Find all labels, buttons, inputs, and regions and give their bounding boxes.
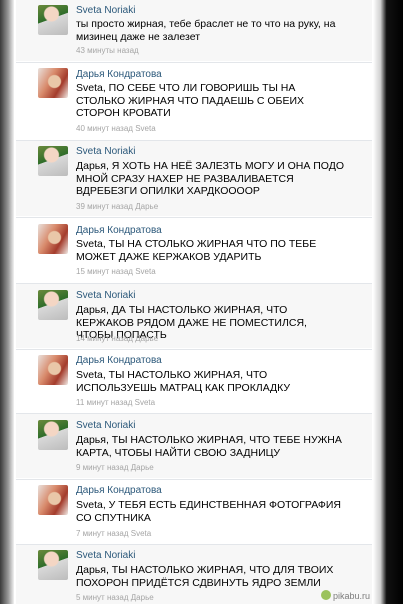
avatar[interactable] (38, 355, 68, 385)
avatar[interactable] (38, 420, 68, 450)
comment-text: Sveta, ПО СЕБЕ ЧТО ЛИ ГОВОРИШЬ ТЫ НА СТО… (76, 82, 305, 119)
reply-to-link[interactable]: Sveta (131, 529, 151, 538)
photo-edge-right (373, 0, 403, 604)
comment-author[interactable]: Дарья Кондратова (76, 225, 162, 236)
avatar[interactable] (38, 550, 68, 580)
comment-author[interactable]: Sveta Noriaki (76, 420, 135, 431)
comment-text: Sveta, У ТЕБЯ ЕСТЬ ЕДИНСТВЕННАЯ ФОТОГРАФ… (76, 499, 342, 524)
divider (16, 479, 372, 480)
reply-to-link[interactable]: Дарье (131, 593, 154, 602)
avatar[interactable] (38, 5, 68, 35)
comment-author[interactable]: Дарья Кондратова (76, 355, 162, 366)
divider (16, 217, 372, 218)
avatar[interactable] (38, 485, 68, 515)
reply-to-link[interactable]: Sveta (135, 124, 155, 133)
comment-time: 11 минут назад Sveta (76, 398, 156, 407)
photo-edge-left (0, 0, 14, 604)
comment-text: Дарья, ТЫ НАСТОЛЬКО ЖИРНАЯ, ЧТО ДЛЯ ТВОИ… (76, 564, 334, 589)
comment-author[interactable]: Дарья Кондратова (76, 69, 162, 80)
comment-time: 14 минут назад Дарье (76, 334, 159, 343)
reply-to-link[interactable]: Sveta (135, 267, 155, 276)
comment-text: Sveta, ТЫ НАСТОЛЬКО ЖИРНАЯ, ЧТО ИСПОЛЬЗУ… (76, 369, 291, 394)
comment-feed: Sveta Noriaki ты просто жирная, тебе бра… (0, 0, 403, 604)
comment-time: 40 минут назад Sveta (76, 124, 156, 133)
comment-time: 9 минут назад Дарье (76, 463, 154, 472)
avatar[interactable] (38, 290, 68, 320)
comment-time: 5 минут назад Дарье (76, 593, 154, 602)
avatar[interactable] (38, 68, 68, 98)
divider (16, 62, 372, 63)
comment-time: 15 минут назад Sveta (76, 267, 156, 276)
comment-author[interactable]: Дарья Кондратова (76, 485, 162, 496)
pikabu-logo-icon (320, 590, 331, 600)
comment-author[interactable]: Sveta Noriaki (76, 146, 135, 157)
reply-to-link[interactable]: Дарье (135, 334, 158, 343)
comment-author[interactable]: Sveta Noriaki (76, 5, 135, 16)
reply-to-link[interactable]: Дарье (131, 463, 154, 472)
avatar[interactable] (38, 224, 68, 254)
comment-time: 43 минуты назад (76, 46, 139, 55)
comment-text: ты просто жирная, тебе браслет не то что… (76, 18, 336, 43)
comment-text: Дарья, Я ХОТЬ НА НЕЁ ЗАЛЕЗТЬ МОГУ И ОНА … (76, 160, 344, 197)
site-watermark: pikabu.ru (320, 590, 370, 601)
avatar[interactable] (38, 146, 68, 176)
comment-time: 39 минут назад Дарье (76, 202, 159, 211)
reply-to-link[interactable]: Sveta (135, 398, 155, 407)
comment-author[interactable]: Sveta Noriaki (76, 550, 135, 561)
reply-to-link[interactable]: Дарье (135, 202, 158, 211)
divider (16, 349, 372, 350)
comment-text: Дарья, ТЫ НАСТОЛЬКО ЖИРНАЯ, ЧТО ТЕБЕ НУЖ… (76, 434, 342, 459)
comment-text: Sveta, ТЫ НА СТОЛЬКО ЖИРНАЯ ЧТО ПО ТЕБЕ … (76, 238, 317, 263)
comment-author[interactable]: Sveta Noriaki (76, 290, 135, 301)
comment-time: 7 минут назад Sveta (76, 529, 152, 538)
